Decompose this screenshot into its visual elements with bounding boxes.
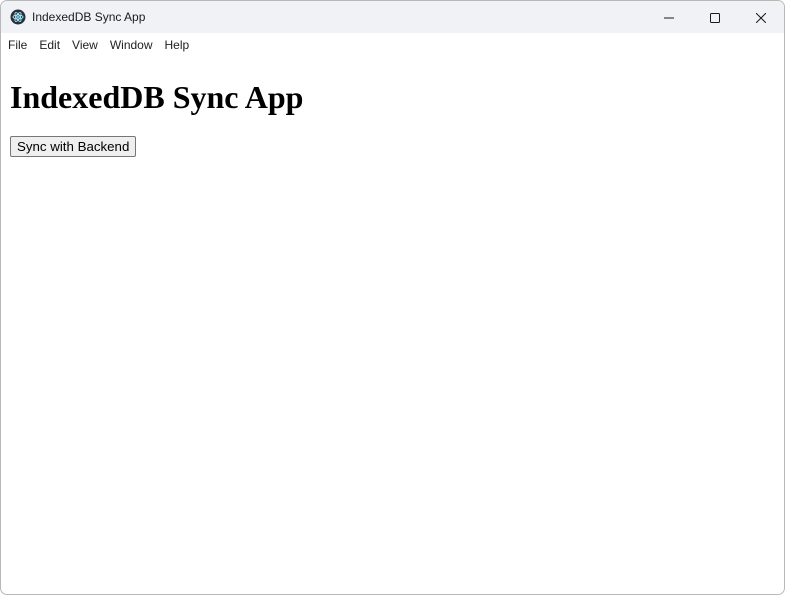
app-window: IndexedDB Sync App File Edit View Window… <box>0 0 785 595</box>
menu-item-window[interactable]: Window <box>104 33 159 57</box>
window-title: IndexedDB Sync App <box>32 10 146 24</box>
sync-with-backend-button[interactable]: Sync with Backend <box>10 136 137 157</box>
electron-icon <box>10 9 26 25</box>
menu-item-edit[interactable]: Edit <box>33 33 66 57</box>
close-button[interactable] <box>738 1 784 33</box>
minimize-icon <box>664 8 674 27</box>
menu-item-view[interactable]: View <box>66 33 104 57</box>
close-icon <box>755 8 767 27</box>
maximize-icon <box>710 8 720 27</box>
minimize-button[interactable] <box>646 1 692 33</box>
menu-item-file[interactable]: File <box>1 33 33 57</box>
maximize-button[interactable] <box>692 1 738 33</box>
window-controls <box>646 1 784 33</box>
page-title: IndexedDB Sync App <box>10 79 304 115</box>
menu-item-help[interactable]: Help <box>159 33 196 57</box>
menu-bar: File Edit View Window Help <box>1 33 784 57</box>
main-content: IndexedDB Sync App Sync with Backend <box>1 79 784 157</box>
title-bar[interactable]: IndexedDB Sync App <box>1 1 784 33</box>
